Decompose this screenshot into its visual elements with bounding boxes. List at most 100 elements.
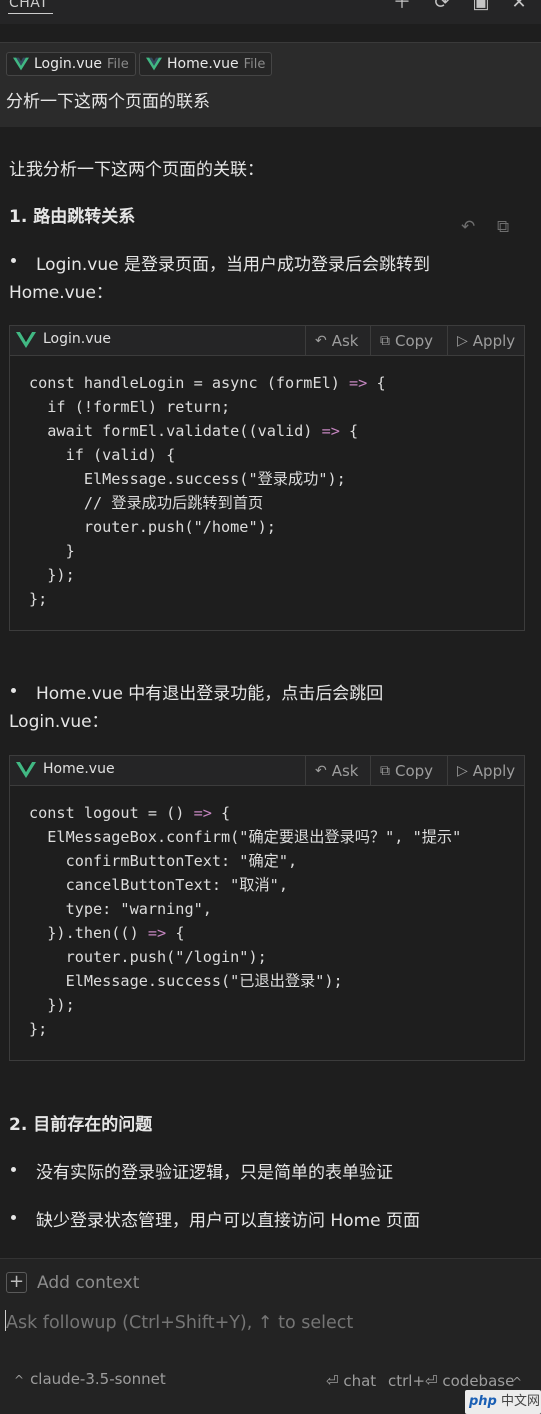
followup-composer: + Add context ^claude-3.5-sonnet ⏎ chat … bbox=[0, 1258, 541, 1414]
model-selector[interactable]: ^ claude-3.5-sonnet bbox=[14, 1370, 166, 1388]
code-filename[interactable]: Home.vue bbox=[43, 761, 115, 777]
watermark-brand: php bbox=[469, 1394, 497, 1409]
chevron-up-icon[interactable]: ^ bbox=[512, 1375, 522, 1389]
bullet-dot bbox=[11, 258, 16, 263]
copy-button[interactable]: ⧉ Copy bbox=[370, 756, 447, 785]
issue-text: 没有实际的登录验证逻辑，只是简单的表单验证 bbox=[36, 1163, 393, 1183]
undo-icon[interactable]: ↶ bbox=[461, 217, 475, 237]
code-line: ElMessage.success("登录成功"); bbox=[29, 470, 346, 488]
chevron-up-icon: ^ bbox=[14, 1373, 25, 1387]
chat-title[interactable]: CHAT bbox=[9, 0, 48, 11]
bullet-text: Home.vue 中有退出登录功能，点击后会跳回 bbox=[36, 684, 384, 704]
bullet-text-continued: Login.vue： bbox=[9, 712, 109, 732]
code-filename[interactable]: Login.vue bbox=[43, 331, 111, 347]
watermark-site: 中文网 bbox=[501, 1394, 541, 1409]
apply-button[interactable]: ▷ Apply bbox=[447, 326, 525, 355]
copy-label: Copy bbox=[395, 761, 434, 780]
bullet-dot bbox=[11, 688, 16, 693]
text-caret bbox=[5, 1310, 6, 1331]
close-icon[interactable]: ✕ bbox=[508, 0, 530, 13]
code-line: // 登录成功后跳转到首页 bbox=[29, 494, 264, 512]
play-icon: ▷ bbox=[457, 332, 468, 349]
code-line: router.push("/login"); bbox=[29, 948, 267, 966]
arrow-operator: => bbox=[321, 422, 340, 440]
bullet-dot bbox=[11, 1215, 16, 1220]
code-body[interactable]: const logout = () => { ElMessageBox.conf… bbox=[10, 786, 524, 1060]
section-title-routing: 1. 路由跳转关系 bbox=[9, 207, 136, 227]
code-block-login: Login.vue ↶ Ask ⧉ Copy ▷ Apply const han… bbox=[9, 325, 525, 631]
copy-icon[interactable]: ⧉ bbox=[497, 217, 509, 237]
attachment-type: File bbox=[243, 56, 266, 72]
vue-icon bbox=[13, 57, 29, 71]
code-block-header: Home.vue ↶ Ask ⧉ Copy ▷ Apply bbox=[10, 756, 524, 786]
code-line: const handleLogin = async (formEl) => { bbox=[29, 374, 386, 392]
chat-panel: CHAT ＋ ⟳ ▣ ✕ Login.vue File Home.vue Fil… bbox=[0, 0, 541, 1414]
reply-icon: ↶ bbox=[315, 332, 327, 349]
attachment-name: Home.vue bbox=[167, 56, 239, 72]
code-text: const handleLogin = async (formEl) => { … bbox=[29, 371, 386, 611]
vue-icon bbox=[16, 332, 36, 348]
history-icon[interactable]: ⟳ bbox=[431, 0, 453, 13]
apply-label: Apply bbox=[472, 331, 516, 350]
chat-submit[interactable]: ⏎ chat bbox=[326, 1372, 376, 1390]
code-line: router.push("/home"); bbox=[29, 518, 276, 536]
code-line: }).then(() => { bbox=[29, 924, 185, 942]
apply-label: Apply bbox=[472, 761, 516, 780]
ask-button[interactable]: ↶ Ask bbox=[305, 326, 370, 355]
ask-button[interactable]: ↶ Ask bbox=[305, 756, 370, 785]
vue-icon bbox=[146, 57, 162, 71]
code-block-home: Home.vue ↶ Ask ⧉ Copy ▷ Apply const logo… bbox=[9, 755, 525, 1061]
code-line: ElMessage.success("已退出登录"); bbox=[29, 972, 343, 990]
bullet-text: Login.vue 是登录页面，当用户成功登录后会跳转到 bbox=[36, 255, 430, 275]
attachment-chip-login[interactable]: Login.vue File bbox=[6, 52, 136, 76]
bullet-text-continued: Home.vue： bbox=[9, 283, 113, 303]
chat-header: CHAT ＋ ⟳ ▣ ✕ bbox=[0, 0, 541, 24]
codebase-submit[interactable]: ctrl+⏎ codebase bbox=[388, 1372, 514, 1390]
code-line: if (!formEl) return; bbox=[29, 398, 231, 416]
response-intro: 让我分析一下这两个页面的关联： bbox=[9, 160, 264, 180]
code-line: }); bbox=[29, 996, 75, 1014]
vue-icon bbox=[16, 762, 36, 778]
ask-label: Ask bbox=[331, 331, 359, 350]
code-line: await formEl.validate((valid) => { bbox=[29, 422, 359, 440]
reply-icon: ↶ bbox=[315, 762, 327, 779]
attachment-name: Login.vue bbox=[34, 56, 102, 72]
add-context-button[interactable]: + bbox=[6, 1272, 27, 1293]
code-text: const logout = () => { ElMessageBox.conf… bbox=[29, 801, 461, 1041]
code-body[interactable]: const handleLogin = async (formEl) => { … bbox=[10, 356, 524, 630]
code-line: }; bbox=[29, 590, 48, 608]
arrow-operator: => bbox=[193, 804, 212, 822]
active-tab-indicator bbox=[8, 13, 53, 14]
code-line: }); bbox=[29, 566, 75, 584]
watermark-logo: php 中文网 bbox=[465, 1390, 541, 1414]
code-line: type: "warning", bbox=[29, 900, 212, 918]
plus-icon[interactable]: ＋ bbox=[391, 0, 413, 13]
code-line: confirmButtonText: "确定", bbox=[29, 852, 298, 870]
section-title-issues: 2. 目前存在的问题 bbox=[9, 1115, 153, 1135]
code-line: ElMessageBox.confirm("确定要退出登录吗？", "提示" bbox=[29, 828, 462, 846]
play-icon: ▷ bbox=[457, 762, 468, 779]
code-line: const logout = () => { bbox=[29, 804, 231, 822]
copy-button[interactable]: ⧉ Copy bbox=[370, 326, 447, 355]
copy-icon: ⧉ bbox=[380, 332, 390, 349]
arrow-operator: => bbox=[147, 924, 167, 942]
arrow-operator: => bbox=[349, 374, 368, 392]
code-line: } bbox=[29, 542, 75, 560]
code-line: cancelButtonText: "取消", bbox=[29, 876, 288, 894]
user-message: Login.vue File Home.vue File 分析一下这两个页面的联… bbox=[0, 42, 541, 127]
user-message-text: 分析一下这两个页面的联系 bbox=[6, 92, 210, 112]
copy-icon: ⧉ bbox=[380, 762, 390, 779]
attachment-type: File bbox=[107, 56, 129, 72]
bullet-dot bbox=[11, 1167, 16, 1172]
split-icon[interactable]: ▣ bbox=[470, 0, 492, 13]
ask-label: Ask bbox=[331, 761, 359, 780]
copy-label: Copy bbox=[395, 331, 434, 350]
model-name: claude-3.5-sonnet bbox=[30, 1370, 166, 1388]
apply-button[interactable]: ▷ Apply bbox=[447, 756, 525, 785]
attachment-chip-home[interactable]: Home.vue File bbox=[139, 52, 273, 76]
code-block-header: Login.vue ↶ Ask ⧉ Copy ▷ Apply bbox=[10, 326, 524, 356]
add-context-label[interactable]: Add context bbox=[37, 1273, 139, 1293]
followup-input[interactable] bbox=[0, 1307, 538, 1339]
code-line: }; bbox=[29, 1020, 48, 1038]
code-line: if (valid) { bbox=[29, 446, 176, 464]
